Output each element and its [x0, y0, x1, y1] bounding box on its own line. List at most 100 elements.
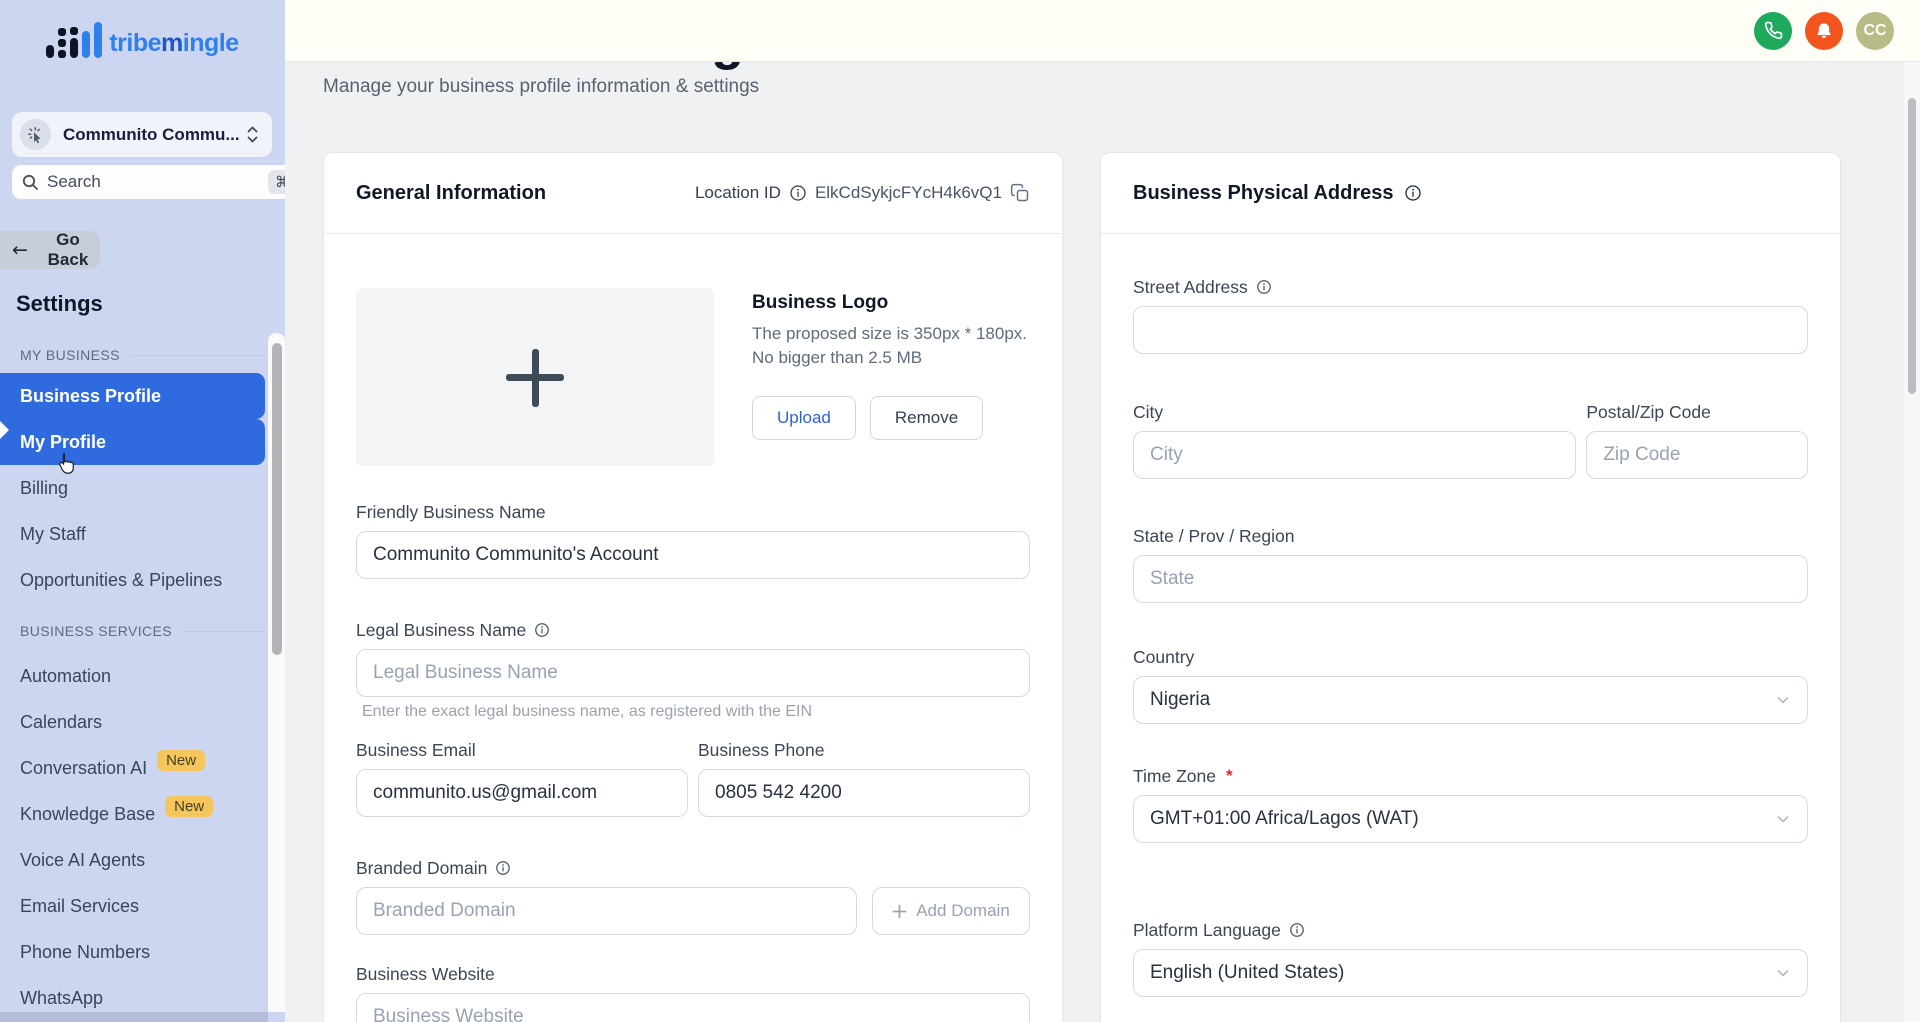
address-card-title: Business Physical Address: [1133, 182, 1394, 205]
section-label-business-services: BUSINESS SERVICES: [20, 621, 265, 641]
state-input[interactable]: [1133, 555, 1808, 603]
upload-button[interactable]: Upload: [752, 396, 856, 440]
info-icon[interactable]: [1289, 922, 1305, 938]
search-row: ⌘ K: [12, 165, 273, 199]
cards-row: General Information Location ID ElkCdSyk…: [323, 152, 1841, 1022]
city-label: City: [1133, 401, 1576, 423]
state-group: State / Prov / Region: [1133, 525, 1808, 603]
search-icon: [22, 174, 39, 191]
new-badge: New: [165, 796, 213, 817]
new-badge: New: [157, 750, 205, 771]
friendly-business-name-group: Friendly Business Name: [356, 501, 1030, 579]
search-input-wrap[interactable]: ⌘ K: [12, 165, 285, 199]
go-back-button[interactable]: ← Go Back: [0, 231, 100, 269]
legal-business-name-label: Legal Business Name: [356, 620, 526, 641]
sidebar-scrollbar-thumb[interactable]: [272, 343, 282, 655]
account-name: Communito Commu...: [63, 125, 245, 145]
sidebar-item-knowledge-base[interactable]: Knowledge BaseNew: [0, 791, 265, 837]
business-phone-input[interactable]: [698, 769, 1030, 817]
my-business-menu: Business Profile My Profile Billing My S…: [0, 373, 285, 603]
bell-icon: [1814, 21, 1834, 41]
sidebar-item-opportunities-pipelines[interactable]: Opportunities & Pipelines: [0, 557, 265, 603]
business-website-group: Business Website: [356, 963, 1030, 1022]
section-label-my-business: MY BUSINESS: [20, 345, 265, 365]
sidebar-item-my-profile[interactable]: My Profile: [0, 419, 265, 465]
account-switcher[interactable]: Communito Commu...: [12, 112, 272, 157]
platform-language-label: Platform Language: [1133, 920, 1281, 941]
sidebar-item-calendars[interactable]: Calendars: [0, 699, 265, 745]
brand-logo: tribemingle: [0, 0, 285, 58]
business-logo-title: Business Logo: [752, 292, 1027, 314]
sidebar-item-email-services[interactable]: Email Services: [0, 883, 265, 929]
country-group: Country Nigeria: [1133, 646, 1808, 724]
timezone-label: Time Zone: [1133, 766, 1216, 787]
business-services-menu: Automation Calendars Conversation AINew …: [0, 653, 285, 1021]
address-card-body: Street Address City Po: [1101, 276, 1840, 1022]
copy-location-id-button[interactable]: [1010, 183, 1030, 203]
branded-domain-label: Branded Domain: [356, 858, 487, 879]
friendly-business-name-input[interactable]: [356, 531, 1030, 579]
business-phone-group: Business Phone: [698, 739, 1030, 817]
state-label: State / Prov / Region: [1133, 525, 1808, 547]
main-content: Business Settings CC Manage your busines…: [285, 0, 1920, 1022]
country-label: Country: [1133, 646, 1808, 668]
sidebar-item-business-profile[interactable]: Business Profile: [0, 373, 265, 419]
general-information-header: General Information Location ID ElkCdSyk…: [324, 153, 1062, 234]
general-information-title: General Information: [356, 182, 546, 205]
settings-title: Settings: [16, 291, 285, 319]
hand-cursor-icon: [55, 452, 76, 482]
zip-input[interactable]: [1586, 431, 1808, 479]
page-scrollbar-thumb[interactable]: [1908, 98, 1916, 394]
legal-business-name-helper: Enter the exact legal business name, as …: [362, 703, 1030, 721]
chevron-up-down-icon: [245, 124, 260, 145]
business-logo-hint-size: The proposed size is 350px * 180px.: [752, 322, 1027, 346]
phone-button[interactable]: [1754, 12, 1792, 50]
sidebar-item-voice-ai-agents[interactable]: Voice AI Agents: [0, 837, 265, 883]
platform-language-select[interactable]: English (United States): [1133, 949, 1808, 997]
remove-button[interactable]: Remove: [870, 396, 983, 440]
business-email-label: Business Email: [356, 739, 688, 761]
required-asterisk: *: [1226, 766, 1233, 786]
business-website-label: Business Website: [356, 963, 1030, 985]
info-icon[interactable]: [1404, 184, 1422, 202]
street-address-input[interactable]: [1133, 306, 1808, 354]
sidebar-item-automation[interactable]: Automation: [0, 653, 265, 699]
city-zip-row: City Postal/Zip Code: [1133, 401, 1808, 479]
sidebar-item-billing[interactable]: Billing: [0, 465, 265, 511]
chevron-down-icon: [1775, 965, 1791, 981]
brand-name: tribemingle: [109, 31, 238, 58]
info-icon[interactable]: [534, 622, 550, 638]
city-group: City: [1133, 401, 1576, 479]
sidebar-item-my-staff[interactable]: My Staff: [0, 511, 265, 557]
add-domain-button[interactable]: Add Domain: [872, 887, 1030, 935]
sidebar-item-conversation-ai[interactable]: Conversation AINew: [0, 745, 265, 791]
legal-business-name-input[interactable]: [356, 649, 1030, 697]
city-input[interactable]: [1133, 431, 1576, 479]
platform-language-group: Platform Language English (United States…: [1133, 919, 1808, 997]
location-id: Location ID ElkCdSykjcFYcH4k6vQ1: [695, 183, 1030, 203]
location-id-label: Location ID: [695, 183, 781, 203]
search-input[interactable]: [47, 172, 268, 192]
page-scrollbar-track[interactable]: [1904, 62, 1920, 1022]
chevron-down-icon: [1775, 811, 1791, 827]
user-avatar[interactable]: CC: [1856, 12, 1894, 50]
legal-business-name-group: Legal Business Name Enter the exact lega…: [356, 619, 1030, 721]
topbar: CC: [285, 0, 1920, 62]
sidebar-item-phone-numbers[interactable]: Phone Numbers: [0, 929, 265, 975]
zip-label: Postal/Zip Code: [1586, 401, 1808, 423]
info-icon[interactable]: [495, 860, 511, 876]
country-select[interactable]: Nigeria: [1133, 676, 1808, 724]
notifications-button[interactable]: [1805, 12, 1843, 50]
business-website-input[interactable]: [356, 993, 1030, 1022]
timezone-select[interactable]: GMT+01:00 Africa/Lagos (WAT): [1133, 795, 1808, 843]
logo-upload-dropzone[interactable]: [356, 288, 714, 466]
copy-icon: [1010, 183, 1030, 203]
info-icon[interactable]: [789, 184, 807, 202]
branded-domain-input[interactable]: [356, 887, 857, 935]
info-icon[interactable]: [1256, 279, 1272, 295]
business-email-input[interactable]: [356, 769, 688, 817]
brand-logo-icon: [46, 22, 102, 58]
back-arrow-icon: ←: [12, 239, 28, 261]
business-physical-address-card: Business Physical Address Street Address: [1100, 152, 1841, 1022]
account-avatar: [20, 119, 51, 150]
